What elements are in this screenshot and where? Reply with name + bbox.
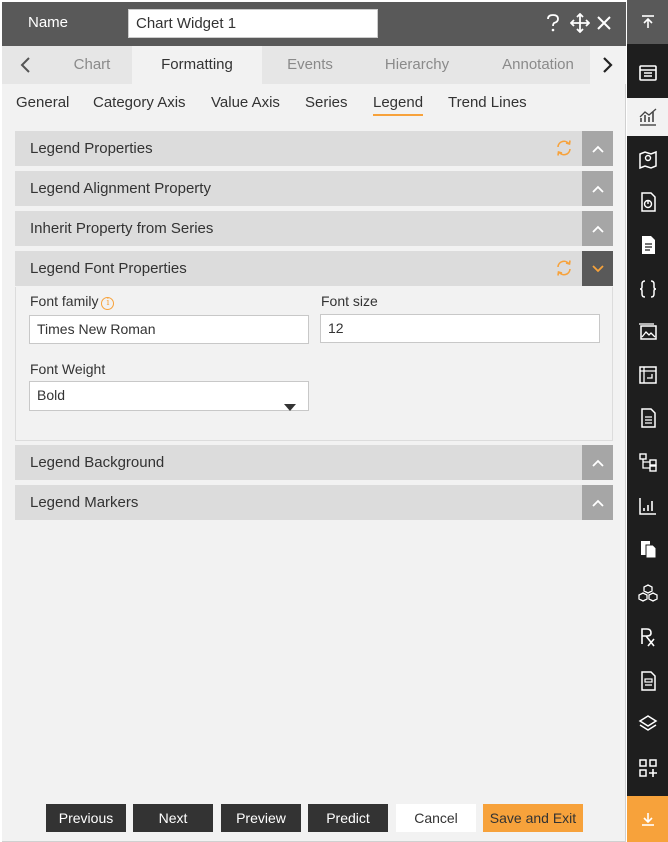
preview-button[interactable]: Preview — [221, 804, 301, 832]
name-label: Name — [28, 14, 69, 31]
image-widget-icon[interactable] — [627, 313, 668, 351]
sub-tabs: General Category Axis Value Axis Series … — [2, 84, 626, 124]
chevron-up-icon[interactable] — [582, 445, 613, 480]
chevron-up-icon[interactable] — [582, 485, 613, 520]
chevron-up-icon[interactable] — [582, 131, 613, 166]
main-tabs: Chart Formatting Events Hierarchy Annota… — [2, 46, 626, 84]
section-title: Legend Markers — [30, 494, 139, 511]
text-document-icon[interactable] — [627, 662, 668, 700]
previous-button[interactable]: Previous — [46, 804, 126, 832]
dropdown-caret-icon — [284, 393, 296, 420]
collapse-up-icon[interactable] — [627, 0, 668, 44]
section-title: Legend Background — [30, 454, 165, 471]
tab-hierarchy[interactable]: Hierarchy — [358, 46, 476, 84]
font-size-label: Font size — [321, 293, 378, 309]
tree-structure-icon[interactable] — [627, 443, 668, 481]
section-title: Inherit Property from Series — [30, 220, 214, 237]
section-inherit-property[interactable]: Inherit Property from Series — [15, 211, 613, 246]
map-widget-icon[interactable] — [627, 140, 668, 178]
section-legend-background[interactable]: Legend Background — [15, 445, 613, 480]
tabs-next-arrow-icon[interactable] — [590, 46, 626, 84]
font-weight-label: Font Weight — [30, 361, 106, 377]
tab-annotation[interactable]: Annotation — [476, 46, 600, 84]
section-title: Legend Font Properties — [30, 260, 187, 277]
subtab-legend[interactable]: Legend — [373, 94, 424, 116]
refresh-icon[interactable] — [555, 139, 573, 157]
chevron-up-icon[interactable] — [582, 171, 613, 206]
widget-name-input[interactable]: Chart Widget 1 — [128, 9, 378, 38]
file-icon[interactable] — [627, 399, 668, 437]
kpi-chart-icon[interactable] — [627, 487, 668, 525]
info-icon[interactable]: i — [101, 297, 115, 310]
copy-pages-icon[interactable] — [627, 530, 668, 568]
subtab-value-axis[interactable]: Value Axis — [211, 94, 280, 114]
rx-icon[interactable] — [627, 618, 668, 656]
cancel-button[interactable]: Cancel — [396, 804, 476, 832]
add-widget-icon[interactable] — [627, 749, 668, 787]
pivot-table-icon[interactable] — [627, 356, 668, 394]
layers-icon[interactable] — [627, 705, 668, 743]
move-icon[interactable] — [569, 12, 591, 34]
tab-formatting[interactable]: Formatting — [132, 46, 262, 84]
subtab-series[interactable]: Series — [305, 94, 348, 114]
table-widget-icon[interactable] — [627, 54, 668, 92]
next-button[interactable]: Next — [133, 804, 213, 832]
font-size-input[interactable]: 12 — [320, 314, 600, 343]
properties-panel: Name Chart Widget 1 Chart Formatting Eve… — [2, 2, 626, 842]
right-sidebar — [627, 0, 668, 842]
subtab-category-axis[interactable]: Category Axis — [93, 94, 186, 114]
tab-chart[interactable]: Chart — [52, 46, 132, 84]
predict-button[interactable]: Predict — [308, 804, 388, 832]
section-title: Legend Alignment Property — [30, 180, 211, 197]
report-chart-icon[interactable] — [627, 183, 668, 221]
save-and-exit-button[interactable]: Save and Exit — [483, 804, 583, 832]
panel-header: Name Chart Widget 1 — [2, 2, 626, 46]
section-legend-properties[interactable]: Legend Properties — [15, 131, 613, 166]
section-legend-font-properties[interactable]: Legend Font Properties — [15, 251, 613, 286]
chevron-down-icon[interactable] — [582, 251, 613, 286]
section-title: Legend Properties — [30, 140, 153, 157]
code-braces-icon[interactable] — [627, 270, 668, 308]
font-properties-body: Font family i Times New Roman Font size 1… — [15, 287, 613, 441]
section-legend-markers[interactable]: Legend Markers — [15, 485, 613, 520]
collapse-down-icon[interactable] — [627, 796, 668, 842]
chart-widget-icon[interactable] — [627, 98, 668, 136]
font-family-input[interactable]: Times New Roman — [29, 315, 309, 344]
refresh-icon[interactable] — [555, 259, 573, 277]
font-weight-select[interactable]: Bold — [29, 381, 309, 411]
font-family-label: Font family i — [30, 293, 115, 310]
chevron-up-icon[interactable] — [582, 211, 613, 246]
subtab-general[interactable]: General — [16, 94, 69, 114]
tab-events[interactable]: Events — [262, 46, 358, 84]
document-icon[interactable] — [627, 226, 668, 264]
tabs-prev-arrow-icon[interactable] — [10, 46, 40, 84]
close-icon[interactable] — [593, 12, 615, 34]
font-weight-value: Bold — [37, 387, 66, 403]
cubes-icon[interactable] — [627, 575, 668, 613]
help-icon[interactable] — [542, 12, 564, 34]
section-legend-alignment[interactable]: Legend Alignment Property — [15, 171, 613, 206]
subtab-trend-lines[interactable]: Trend Lines — [448, 94, 527, 114]
